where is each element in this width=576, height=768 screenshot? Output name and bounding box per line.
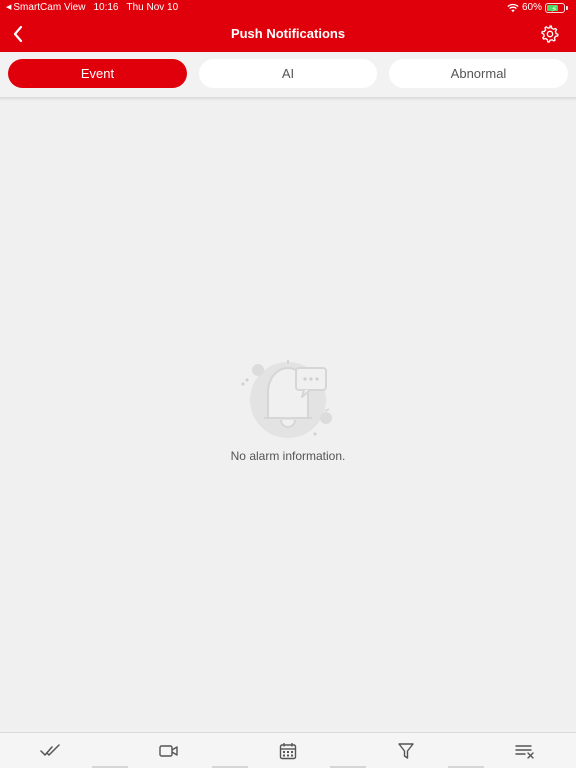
- battery-percent: 60%: [521, 2, 542, 13]
- status-date: Thu Nov 10: [126, 2, 179, 13]
- status-right: 60% ⚡: [507, 0, 568, 16]
- double-check-icon: [40, 744, 60, 756]
- back-to-app-icon[interactable]: ◀: [6, 4, 11, 11]
- video-button[interactable]: [155, 739, 183, 763]
- video-camera-icon: [159, 745, 178, 757]
- tab-bar-shadow: [0, 97, 576, 101]
- top-bar: ◀ SmartCam View 10:16 Thu Nov 10 60% ⚡ Push…: [0, 0, 576, 97]
- tab-abnormal[interactable]: Abnormal: [389, 59, 568, 88]
- tab-event[interactable]: Event: [8, 59, 187, 88]
- bottom-toolbar: [0, 732, 576, 768]
- clear-list-icon: [515, 745, 534, 759]
- page-title: Push Notifications: [230, 26, 346, 41]
- empty-state: No alarm information.: [0, 350, 576, 480]
- status-left: ◀ SmartCam View 10:16 Thu Nov 10: [6, 0, 178, 16]
- status-time: 10:16: [93, 2, 119, 13]
- filter-icon: [398, 743, 414, 759]
- tab-bar: Event AI Abnormal: [0, 52, 576, 97]
- clear-button[interactable]: [511, 739, 539, 763]
- empty-message: No alarm information.: [230, 449, 346, 463]
- gear-icon: [541, 25, 559, 43]
- filter-button[interactable]: [392, 739, 420, 763]
- mark-all-read-button[interactable]: [37, 739, 65, 763]
- tab-ai[interactable]: AI: [199, 59, 377, 88]
- calendar-icon: [279, 743, 297, 760]
- wifi-icon: [507, 3, 519, 13]
- settings-button[interactable]: [538, 22, 562, 46]
- battery-icon: ⚡: [545, 3, 565, 14]
- bell-empty-icon: [241, 360, 332, 438]
- nav-bar: Push Notifications: [0, 16, 576, 52]
- status-bar: ◀ SmartCam View 10:16 Thu Nov 10 60% ⚡: [0, 0, 576, 16]
- battery-cap: [566, 6, 568, 10]
- calendar-button[interactable]: [274, 739, 302, 763]
- back-app-label[interactable]: SmartCam View: [13, 2, 85, 13]
